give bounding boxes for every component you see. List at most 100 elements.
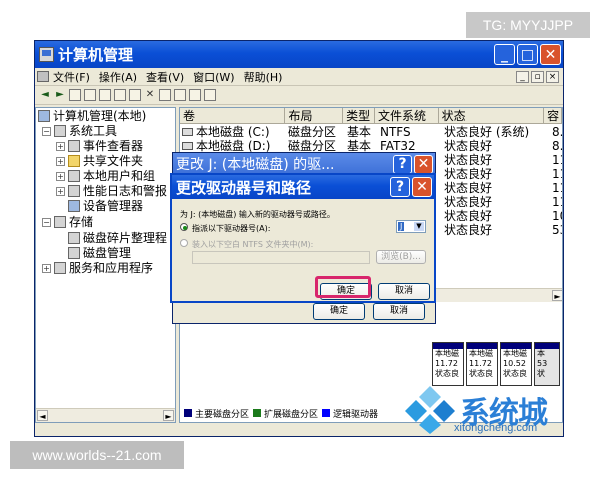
- forward-arrow-icon[interactable]: ►: [54, 89, 66, 101]
- cell-capacity: 10: [552, 209, 562, 223]
- drive-letter-select[interactable]: J ▼: [396, 220, 426, 233]
- collapse-icon[interactable]: −: [42, 217, 51, 227]
- menu-action[interactable]: 操作(A): [99, 69, 137, 85]
- column-filesystem[interactable]: 文件系统: [375, 108, 439, 123]
- search-icon[interactable]: [189, 89, 201, 101]
- tree-item-system-tools[interactable]: − 系统工具: [42, 123, 117, 139]
- child-restore-button[interactable]: ▫: [531, 70, 544, 83]
- partition-size: 11.72: [469, 359, 492, 368]
- tree-item-root[interactable]: 计算机管理(本地): [38, 108, 146, 124]
- tree-horizontal-scrollbar[interactable]: ◄ ►: [36, 408, 175, 422]
- watermark-top: TG: MYYJJPP: [466, 12, 590, 38]
- open-icon[interactable]: [174, 89, 186, 101]
- ok-button[interactable]: 确定: [313, 303, 365, 320]
- table-row[interactable]: 本地磁盘 (D:) 磁盘分区 基本 FAT32 状态良好 8.: [180, 139, 563, 153]
- properties-icon[interactable]: [99, 89, 111, 101]
- partition-cell[interactable]: 本地磁 11.72 状态良: [466, 342, 498, 386]
- partition-cell[interactable]: 本 53 状: [534, 342, 560, 386]
- cell-layout: 磁盘分区: [288, 139, 337, 153]
- drive-letter-value: J: [398, 222, 405, 231]
- column-volume[interactable]: 卷: [180, 108, 286, 123]
- child-minimize-button[interactable]: _: [516, 70, 529, 83]
- tree-item-perf-logs[interactable]: + 性能日志和警报: [56, 183, 167, 199]
- partition-name: 本地磁: [469, 349, 493, 358]
- menu-help[interactable]: 帮助(H): [244, 69, 283, 85]
- tree-item-local-users[interactable]: + 本地用户和组: [56, 168, 155, 184]
- child-close-button[interactable]: ×: [546, 70, 559, 83]
- expand-icon[interactable]: +: [56, 171, 65, 181]
- tree-item-disk-management[interactable]: 磁盘管理: [68, 245, 131, 261]
- ok-button-highlight: [315, 276, 371, 298]
- menu-file[interactable]: 文件(F): [53, 69, 90, 85]
- cancel-button[interactable]: 取消: [373, 303, 425, 320]
- partition-cell[interactable]: 本地磁 10.52 状态良: [500, 342, 532, 386]
- dialog-titlebar[interactable]: 更改 J: (本地磁盘) 的驱... ? ✕: [173, 153, 435, 175]
- collapse-icon[interactable]: −: [42, 126, 51, 136]
- show-tree-icon[interactable]: [84, 89, 96, 101]
- close-button[interactable]: ✕: [540, 44, 561, 65]
- cancel-button[interactable]: 取消: [378, 283, 430, 300]
- refresh-icon[interactable]: [159, 89, 171, 101]
- close-button[interactable]: ✕: [412, 177, 432, 197]
- delete-icon[interactable]: ✕: [144, 89, 156, 101]
- column-capacity[interactable]: 容: [544, 108, 562, 123]
- tree-item-shared-folders[interactable]: + 共享文件夹: [56, 153, 143, 169]
- tree-item-services[interactable]: + 服务和应用程序: [42, 260, 153, 276]
- settings-icon[interactable]: [204, 89, 216, 101]
- column-layout[interactable]: 布局: [285, 108, 344, 123]
- table-row[interactable]: 本地磁盘 (C:) 磁盘分区 基本 NTFS 状态良好 (系统) 8.: [180, 125, 563, 139]
- cell-status: 状态良好: [444, 139, 493, 153]
- help-button[interactable]: ?: [393, 154, 412, 174]
- maximize-button[interactable]: □: [517, 44, 538, 65]
- watermark-bottom: www.worlds--21.com: [10, 441, 184, 469]
- cell-capacity: 11: [552, 167, 562, 181]
- volume-list-header: 卷 布局 类型 文件系统 状态 容: [180, 108, 562, 124]
- expand-icon[interactable]: +: [42, 263, 51, 273]
- services-icon: [54, 262, 66, 274]
- toolbar: ◄ ► ✕: [35, 86, 563, 105]
- tree-item-defrag[interactable]: 磁盘碎片整理程: [68, 230, 167, 246]
- change-drive-letter-and-path-dialog: 更改驱动器号和路径 ? ✕ 为 J: (本地磁盘) 输入新的驱动器号或路径。 指…: [170, 173, 436, 303]
- cell-capacity: 11: [552, 153, 562, 167]
- column-status[interactable]: 状态: [439, 108, 545, 123]
- legend-label: 主要磁盘分区: [195, 409, 250, 420]
- tree-item-label: 性能日志和警报: [83, 184, 168, 198]
- up-folder-icon[interactable]: [69, 89, 81, 101]
- console-icon: [37, 71, 49, 82]
- help-button[interactable]: ?: [390, 177, 410, 197]
- minimize-button[interactable]: _: [494, 44, 515, 65]
- back-arrow-icon[interactable]: ◄: [39, 89, 51, 101]
- column-type[interactable]: 类型: [343, 108, 375, 123]
- tree-item-event-viewer[interactable]: + 事件查看器: [56, 138, 143, 154]
- cell-status: 状态良好: [444, 195, 493, 209]
- menu-window[interactable]: 窗口(W): [193, 69, 234, 85]
- tree-item-label: 磁盘管理: [83, 246, 132, 260]
- assign-letter-radio[interactable]: [180, 223, 188, 231]
- browse-button[interactable]: 浏览(B)...: [376, 250, 426, 264]
- expand-icon[interactable]: +: [56, 186, 65, 196]
- scroll-right-icon[interactable]: ►: [552, 290, 562, 301]
- partition-cell[interactable]: 本地磁 11.72 状态良: [432, 342, 464, 386]
- cell-volume: 本地磁盘 (D:): [196, 139, 271, 153]
- computer-icon: [38, 110, 50, 122]
- list-horizontal-scrollbar[interactable]: ►: [436, 288, 562, 302]
- expand-icon[interactable]: +: [56, 156, 65, 166]
- mount-path-input[interactable]: [192, 251, 370, 264]
- tree-item-label: 设备管理器: [83, 199, 144, 213]
- cell-capacity: 8.: [552, 139, 563, 153]
- scroll-left-icon[interactable]: ◄: [37, 410, 48, 421]
- close-button[interactable]: ✕: [414, 154, 433, 174]
- scroll-right-icon[interactable]: ►: [163, 410, 174, 421]
- help-icon[interactable]: [114, 89, 126, 101]
- mount-folder-radio[interactable]: [180, 239, 188, 247]
- expand-icon[interactable]: +: [56, 141, 65, 151]
- chevron-down-icon[interactable]: ▼: [414, 222, 424, 231]
- tree-item-storage[interactable]: − 存储: [42, 214, 93, 230]
- tree-item-device-manager[interactable]: 设备管理器: [68, 198, 143, 214]
- cell-capacity: 8.: [552, 125, 563, 139]
- menu-view[interactable]: 查看(V): [146, 69, 184, 85]
- dialog-titlebar[interactable]: 更改驱动器号和路径 ? ✕: [172, 175, 434, 199]
- export-list-icon[interactable]: [129, 89, 141, 101]
- window-titlebar[interactable]: 计算机管理 _ □ ✕: [35, 41, 563, 68]
- tree-item-label: 共享文件夹: [83, 154, 144, 168]
